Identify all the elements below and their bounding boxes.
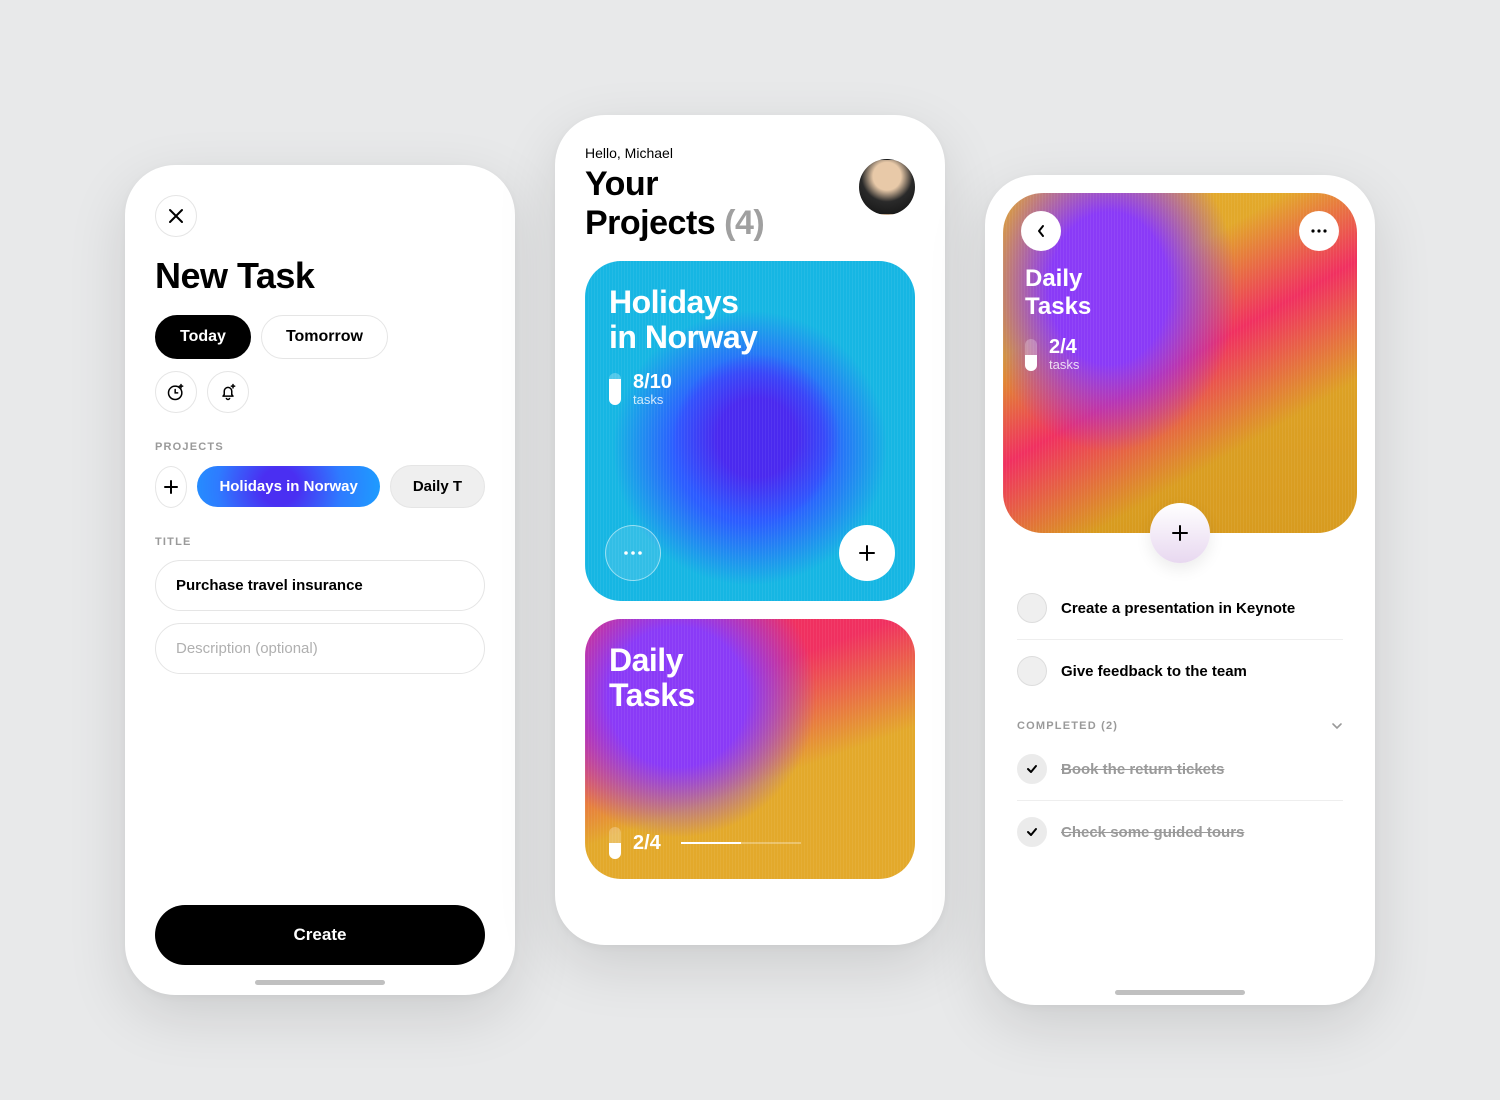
- project-card-title-l2: in Norway: [609, 319, 757, 355]
- card-add-button[interactable]: [839, 525, 895, 581]
- task-checkbox[interactable]: [1017, 593, 1047, 623]
- chevron-down-icon: [1331, 722, 1343, 730]
- add-task-fab[interactable]: [1150, 503, 1210, 563]
- task-item: Book the return tickets: [1017, 738, 1343, 801]
- plus-icon: [1170, 523, 1190, 543]
- completed-label: COMPLETED (2): [1017, 720, 1118, 732]
- task-count: 2/4: [609, 827, 801, 859]
- task-text: Check some guided tours: [1061, 824, 1244, 841]
- task-count-main: 8/10: [633, 372, 672, 392]
- close-icon: [168, 208, 184, 224]
- back-button[interactable]: [1021, 211, 1061, 251]
- more-icon: [1311, 229, 1327, 233]
- close-button[interactable]: [155, 195, 197, 237]
- task-text: Create a presentation in Keynote: [1061, 600, 1295, 617]
- task-checkbox-done[interactable]: [1017, 817, 1047, 847]
- check-icon: [1026, 827, 1038, 837]
- create-button[interactable]: Create: [155, 905, 485, 965]
- project-card-title-l2: Tasks: [609, 677, 695, 713]
- project-card-title: Holidays in Norway: [609, 285, 891, 355]
- progress-pill: [1025, 339, 1037, 371]
- title-section: TITLE: [155, 536, 485, 674]
- title-section-label: TITLE: [155, 536, 485, 548]
- projects-title-line2: Projects: [585, 204, 715, 242]
- schedule-button[interactable]: [155, 371, 197, 413]
- task-item: Check some guided tours: [1017, 801, 1343, 863]
- task-checkbox-done[interactable]: [1017, 754, 1047, 784]
- plus-icon: [857, 543, 877, 563]
- projects-title-line1: Your: [585, 165, 658, 203]
- chevron-left-icon: [1036, 224, 1046, 238]
- icon-chip-row: [155, 371, 485, 413]
- open-tasks-list: Create a presentation in Keynote Give fe…: [1003, 577, 1357, 702]
- check-icon: [1026, 764, 1038, 774]
- projects-count: (4): [724, 204, 764, 242]
- description-input[interactable]: [155, 623, 485, 674]
- task-item: Give feedback to the team: [1017, 640, 1343, 702]
- progress-pill: [609, 827, 621, 859]
- progress-pill: [609, 373, 621, 405]
- project-chip-other[interactable]: Daily T: [390, 465, 485, 508]
- completed-section-header[interactable]: COMPLETED (2): [1003, 702, 1357, 738]
- project-card-norway[interactable]: Holidays in Norway 8/10 tasks: [585, 261, 915, 601]
- card-more-button[interactable]: [605, 525, 661, 581]
- clock-plus-icon: [166, 382, 186, 402]
- daily-tasks-header-card: Daily Tasks 2/4 tasks: [1003, 193, 1357, 533]
- home-indicator: [255, 980, 385, 985]
- reminder-button[interactable]: [207, 371, 249, 413]
- daily-header-title-l2: Tasks: [1025, 293, 1091, 320]
- project-card-title-l1: Daily: [609, 642, 683, 678]
- completed-tasks-list: Book the return tickets Check some guide…: [1003, 738, 1357, 863]
- add-project-button[interactable]: [155, 466, 187, 508]
- project-card-title-l1: Holidays: [609, 284, 738, 320]
- bell-plus-icon: [218, 382, 238, 402]
- more-icon: [623, 550, 643, 556]
- avatar[interactable]: [859, 159, 915, 215]
- task-text: Book the return tickets: [1061, 761, 1224, 778]
- task-count-sub: tasks: [1049, 357, 1079, 372]
- task-item: Create a presentation in Keynote: [1017, 577, 1343, 640]
- home-indicator: [1115, 990, 1245, 995]
- task-count-main: 2/4: [633, 833, 661, 853]
- chip-today[interactable]: Today: [155, 315, 251, 359]
- title-input[interactable]: [155, 560, 485, 611]
- task-count-sub: tasks: [633, 392, 672, 407]
- project-chip-selected[interactable]: Holidays in Norway: [197, 466, 379, 507]
- page-title: New Task: [155, 255, 485, 297]
- date-chip-row: Today Tomorrow: [155, 315, 485, 359]
- project-card-daily[interactable]: Daily Tasks 2/4: [585, 619, 915, 879]
- task-text: Give feedback to the team: [1061, 663, 1247, 680]
- projects-section: PROJECTS Holidays in Norway Daily T: [155, 441, 485, 508]
- project-card-title: Daily Tasks: [609, 643, 891, 713]
- projects-section-label: PROJECTS: [155, 441, 485, 453]
- task-checkbox[interactable]: [1017, 656, 1047, 686]
- screen-projects: Hello, Michael Your Projects (4) Holiday…: [555, 115, 945, 945]
- screen-new-task: New Task Today Tomorrow PROJECTS H: [125, 165, 515, 995]
- task-count-main: 2/4: [1049, 337, 1079, 357]
- task-count: 2/4 tasks: [1025, 337, 1335, 372]
- task-count: 8/10 tasks: [609, 372, 891, 407]
- daily-header-title: Daily Tasks: [1025, 265, 1335, 321]
- more-button[interactable]: [1299, 211, 1339, 251]
- chip-tomorrow[interactable]: Tomorrow: [261, 315, 388, 359]
- plus-icon: [163, 479, 179, 495]
- screen-daily-tasks: Daily Tasks 2/4 tasks Create a presentat…: [985, 175, 1375, 1005]
- projects-row: Holidays in Norway Daily T: [155, 465, 485, 508]
- greeting: Hello, Michael: [585, 145, 915, 161]
- daily-header-title-l1: Daily: [1025, 265, 1082, 292]
